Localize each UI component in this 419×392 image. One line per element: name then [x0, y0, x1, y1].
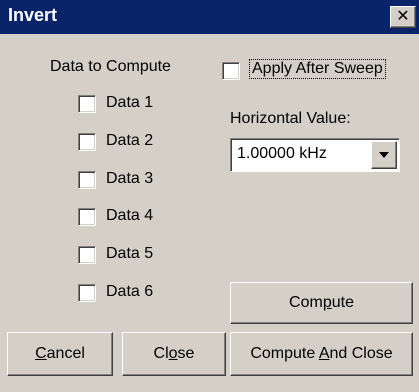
window-title: Invert: [8, 5, 58, 25]
horizontal-value-label: Horizontal Value:: [230, 110, 351, 127]
apply-after-sweep-label: Apply After Sweep: [249, 59, 386, 79]
close-window-button[interactable]: ✕: [390, 6, 416, 28]
data-4-checkbox[interactable]: [78, 208, 96, 226]
cancel-button-label: Cancel: [35, 345, 85, 362]
data-5-checkbox[interactable]: [78, 246, 96, 264]
compute-and-close-button[interactable]: Compute And Close: [230, 332, 413, 376]
data-1-checkbox[interactable]: [78, 95, 96, 113]
cancel-button[interactable]: Cancel: [7, 332, 113, 376]
compute-button[interactable]: Compute: [230, 282, 413, 324]
data-2-label: Data 2: [106, 132, 154, 149]
data-6-label: Data 6: [106, 283, 154, 300]
data-6-checkbox[interactable]: [78, 284, 96, 302]
data-3-checkbox[interactable]: [78, 171, 96, 189]
compute-button-label: Compute: [289, 294, 354, 311]
data-to-compute-label: Data to Compute: [50, 58, 171, 75]
horizontal-value-select[interactable]: 1.00000 kHz: [230, 138, 400, 172]
compute-and-close-button-label: Compute And Close: [250, 345, 393, 362]
apply-after-sweep-checkbox[interactable]: [222, 62, 240, 80]
horizontal-value-text: 1.00000 kHz: [237, 145, 327, 162]
close-button-label: Close: [153, 345, 195, 362]
title-bar: Invert ✕: [0, 0, 419, 34]
data-3-label: Data 3: [106, 170, 154, 187]
data-2-checkbox[interactable]: [78, 133, 96, 151]
data-1-label: Data 1: [106, 94, 154, 111]
data-5-label: Data 5: [106, 245, 154, 262]
data-4-label: Data 4: [106, 207, 154, 224]
chevron-down-icon[interactable]: [371, 141, 397, 169]
close-icon: ✕: [396, 8, 410, 25]
close-button[interactable]: Close: [122, 332, 226, 376]
